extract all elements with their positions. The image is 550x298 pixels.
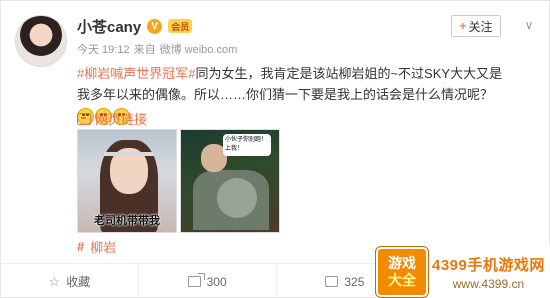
- star-icon: ☆: [48, 273, 61, 289]
- user-info-row: 小苍cany V 会员: [77, 15, 193, 37]
- logo-box-bottom: 大全: [388, 272, 416, 288]
- logo-url-text: www.4399.cn: [452, 276, 525, 291]
- photo-armor: [217, 178, 257, 218]
- member-badge-icon: 会员: [168, 19, 193, 33]
- photo-headband: [104, 152, 154, 156]
- repost-icon: [187, 273, 205, 287]
- follow-label: 关注: [468, 19, 493, 34]
- comment-icon: [325, 276, 339, 287]
- post-photo-1[interactable]: 老司机带带我: [77, 129, 177, 233]
- photo-caption: 老司机带带我: [94, 215, 160, 227]
- post-time[interactable]: 今天 19:12: [77, 41, 130, 57]
- repost-button[interactable]: 300: [139, 264, 277, 298]
- plus-icon: +: [459, 19, 467, 33]
- web-link[interactable]: 网页链接: [77, 109, 147, 128]
- topic-tag[interactable]: # 柳岩: [77, 237, 116, 256]
- game-logo-icon: 游戏 大全: [376, 247, 428, 297]
- post-meta: 今天 19:12 来自 微博 weibo.com: [77, 41, 237, 57]
- post-photo-2[interactable]: 小伙子你别跑！上我！: [180, 129, 280, 233]
- topic-link[interactable]: #柳岩喊声世界冠军#: [77, 66, 195, 81]
- watermark-logo: 游戏 大全 4399手机游戏网 www.4399.cn: [376, 245, 550, 298]
- web-link-label: 网页链接: [95, 112, 148, 127]
- post-source-prefix: 来自: [133, 44, 156, 56]
- hash-icon: #: [77, 239, 85, 254]
- verified-badge-icon: V: [147, 18, 163, 34]
- post-source[interactable]: 微博 weibo.com: [160, 41, 238, 57]
- repost-count: 300: [206, 274, 227, 289]
- logo-text: 4399手机游戏网 www.4399.cn: [432, 254, 545, 291]
- logo-box-top: 游戏: [388, 255, 416, 271]
- follow-button[interactable]: + 关注: [451, 15, 501, 37]
- comment-count: 325: [344, 274, 365, 289]
- topic-tag-label: 柳岩: [90, 240, 117, 255]
- favorite-label: 收藏: [66, 275, 91, 289]
- logo-main-text: 4399手机游戏网: [432, 256, 545, 274]
- avatar[interactable]: [15, 15, 67, 67]
- chevron-down-icon[interactable]: ∨: [519, 15, 539, 35]
- speech-bubble: 小伙子你别跑！上我！: [223, 134, 271, 156]
- favorite-button[interactable]: ☆ 收藏: [1, 264, 139, 298]
- weibo-post-card: 小苍cany V 会员 今天 19:12 来自 微博 weibo.com + 关…: [0, 0, 550, 298]
- link-icon: [77, 112, 91, 125]
- user-name[interactable]: 小苍cany: [77, 16, 141, 37]
